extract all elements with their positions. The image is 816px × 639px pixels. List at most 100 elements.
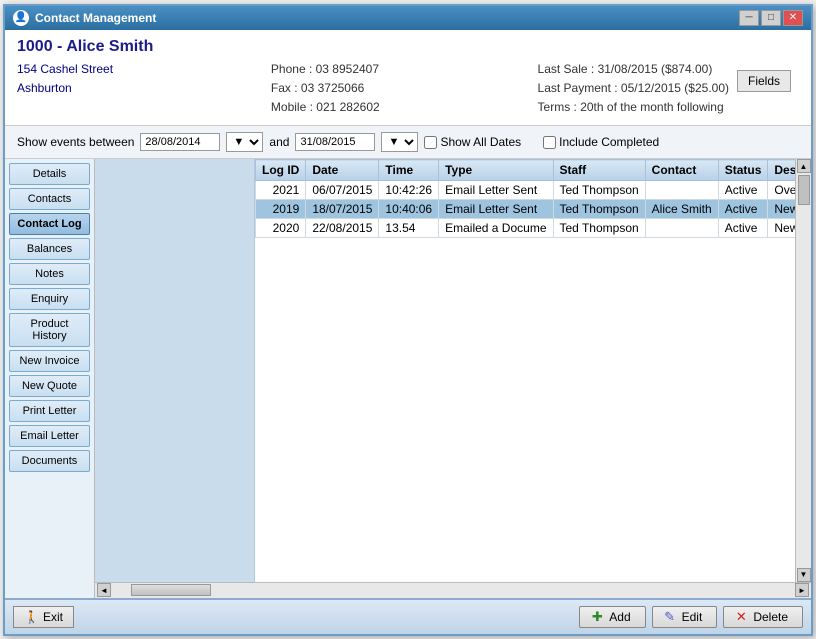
sidebar-item-print-letter[interactable]: Print Letter [9,400,90,422]
table-row[interactable]: 202022/08/201513.54Emailed a DocumeTed T… [256,219,796,238]
cell-1-log-id: 2019 [256,200,306,219]
sidebar-item-new-quote[interactable]: New Quote [9,375,90,397]
cell-2-contact [645,219,718,238]
scroll-right-button[interactable]: ► [795,583,809,597]
cell-2-log-id: 2020 [256,219,306,238]
scroll-thumb[interactable] [798,175,810,205]
date-from-input[interactable] [140,133,220,151]
close-button[interactable]: ✕ [783,10,803,26]
window-icon: 👤 [13,10,29,26]
scroll-up-button[interactable]: ▲ [797,159,811,173]
cell-1-desc: New [768,200,795,219]
main-body: Details Contacts Contact Log Balances Notes E… [5,159,811,597]
window-title: Contact Management [35,11,156,25]
title-bar-left: 👤 Contact Management [13,10,156,26]
hscroll-thumb[interactable] [131,584,211,596]
action-buttons: ✚ Add ✎ Edit ✕ Delete [579,606,803,628]
phone-block: Phone : 03 8952407 Fax : 03 3725066 Mobi… [271,60,380,118]
date-to-input[interactable] [295,133,375,151]
filter-label-start: Show events between [17,135,134,149]
col-header-status: Status [718,160,768,181]
col-header-log-id: Log ID [256,160,306,181]
include-completed-label[interactable]: Include Completed [543,135,659,149]
vertical-scrollbar[interactable]: ▲ ▼ [795,159,811,581]
sidebar-item-details[interactable]: Details [9,163,90,185]
delete-button[interactable]: ✕ Delete [723,606,803,628]
fax: Fax : 03 3725066 [271,79,380,98]
sidebar-item-new-invoice[interactable]: New Invoice [9,350,90,372]
col-header-date: Date [306,160,379,181]
hscroll-track[interactable] [111,583,795,597]
sidebar-item-contacts[interactable]: Contacts [9,188,90,210]
data-table: Log IDDateTimeTypeStaffContactStatusDes … [255,159,795,238]
exit-button[interactable]: 🚶 Exit [13,606,74,628]
cell-1-type: Email Letter Sent [439,200,553,219]
delete-label: Delete [753,610,788,624]
cell-0-status: Active [718,181,768,200]
cell-0-type: Email Letter Sent [439,181,553,200]
include-completed-checkbox[interactable] [543,136,556,149]
add-label: Add [609,610,630,624]
table-row[interactable]: 201918/07/201510:40:06Email Letter SentT… [256,200,796,219]
sidebar: Details Contacts Contact Log Balances Notes E… [5,159,95,597]
table-scroll-area[interactable]: Log IDDateTimeTypeStaffContactStatusDes … [255,159,795,581]
cell-1-contact: Alice Smith [645,200,718,219]
sidebar-item-balances[interactable]: Balances [9,238,90,260]
window-controls: ─ □ ✕ [739,10,803,26]
bottom-bar: 🚶 Exit ✚ Add ✎ Edit ✕ Delete [5,598,811,634]
cell-0-date: 06/07/2015 [306,181,379,200]
edit-icon: ✎ [663,610,677,624]
date-to-dropdown[interactable]: ▼ [381,132,418,152]
table-body: 202106/07/201510:42:26Email Letter SentT… [256,181,796,238]
filter-bar: Show events between ▼ and ▼ Show All Dat… [5,126,811,159]
sidebar-item-documents[interactable]: Documents [9,450,90,472]
col-header-time: Time [379,160,439,181]
cell-2-time: 13.54 [379,219,439,238]
cell-0-time: 10:42:26 [379,181,439,200]
exit-icon: 🚶 [24,610,39,624]
col-header-desc: Des [768,160,795,181]
table-row[interactable]: 202106/07/201510:42:26Email Letter SentT… [256,181,796,200]
horizontal-scrollbar-area: ◄ ► [95,582,811,598]
content-area: 1000 - Alice Smith 154 Cashel Street Ash… [5,30,811,634]
address-block: 154 Cashel Street Ashburton [17,60,113,98]
show-all-dates-checkbox[interactable] [424,136,437,149]
header-section: 1000 - Alice Smith 154 Cashel Street Ash… [5,30,811,127]
cell-1-time: 10:40:06 [379,200,439,219]
delete-icon: ✕ [734,610,748,624]
filter-label-and: and [269,135,289,149]
cell-1-staff: Ted Thompson [553,200,645,219]
date-from-dropdown[interactable]: ▼ [226,132,263,152]
maximize-button[interactable]: □ [761,10,781,26]
col-header-staff: Staff [553,160,645,181]
cell-0-contact [645,181,718,200]
cell-1-date: 18/07/2015 [306,200,379,219]
cell-2-date: 22/08/2015 [306,219,379,238]
main-window: 👤 Contact Management ─ □ ✕ 1000 - Alice … [3,4,813,636]
sidebar-item-email-letter[interactable]: Email Letter [9,425,90,447]
sidebar-item-enquiry[interactable]: Enquiry [9,288,90,310]
scroll-left-button[interactable]: ◄ [97,583,111,597]
edit-button[interactable]: ✎ Edit [652,606,718,628]
title-bar: 👤 Contact Management ─ □ ✕ [5,6,811,30]
fields-button[interactable]: Fields [737,70,791,92]
address-line1: 154 Cashel Street [17,60,113,79]
terms: Terms : 20th of the month following [538,98,729,117]
cell-0-staff: Ted Thompson [553,181,645,200]
col-header-contact: Contact [645,160,718,181]
sidebar-item-contact-log[interactable]: Contact Log [9,213,90,235]
address-line2: Ashburton [17,79,113,98]
left-accent-column [95,159,255,581]
mobile: Mobile : 021 282602 [271,98,380,117]
sidebar-item-notes[interactable]: Notes [9,263,90,285]
exit-label: Exit [43,610,63,624]
show-all-dates-label[interactable]: Show All Dates [424,135,521,149]
add-button[interactable]: ✚ Add [579,606,645,628]
scroll-down-button[interactable]: ▼ [797,568,811,582]
minimize-button[interactable]: ─ [739,10,759,26]
sidebar-item-product-history[interactable]: Product History [9,313,90,347]
cell-1-status: Active [718,200,768,219]
cell-0-desc: Ove [768,181,795,200]
cell-2-type: Emailed a Docume [439,219,553,238]
last-payment: Last Payment : 05/12/2015 ($25.00) [538,79,729,98]
